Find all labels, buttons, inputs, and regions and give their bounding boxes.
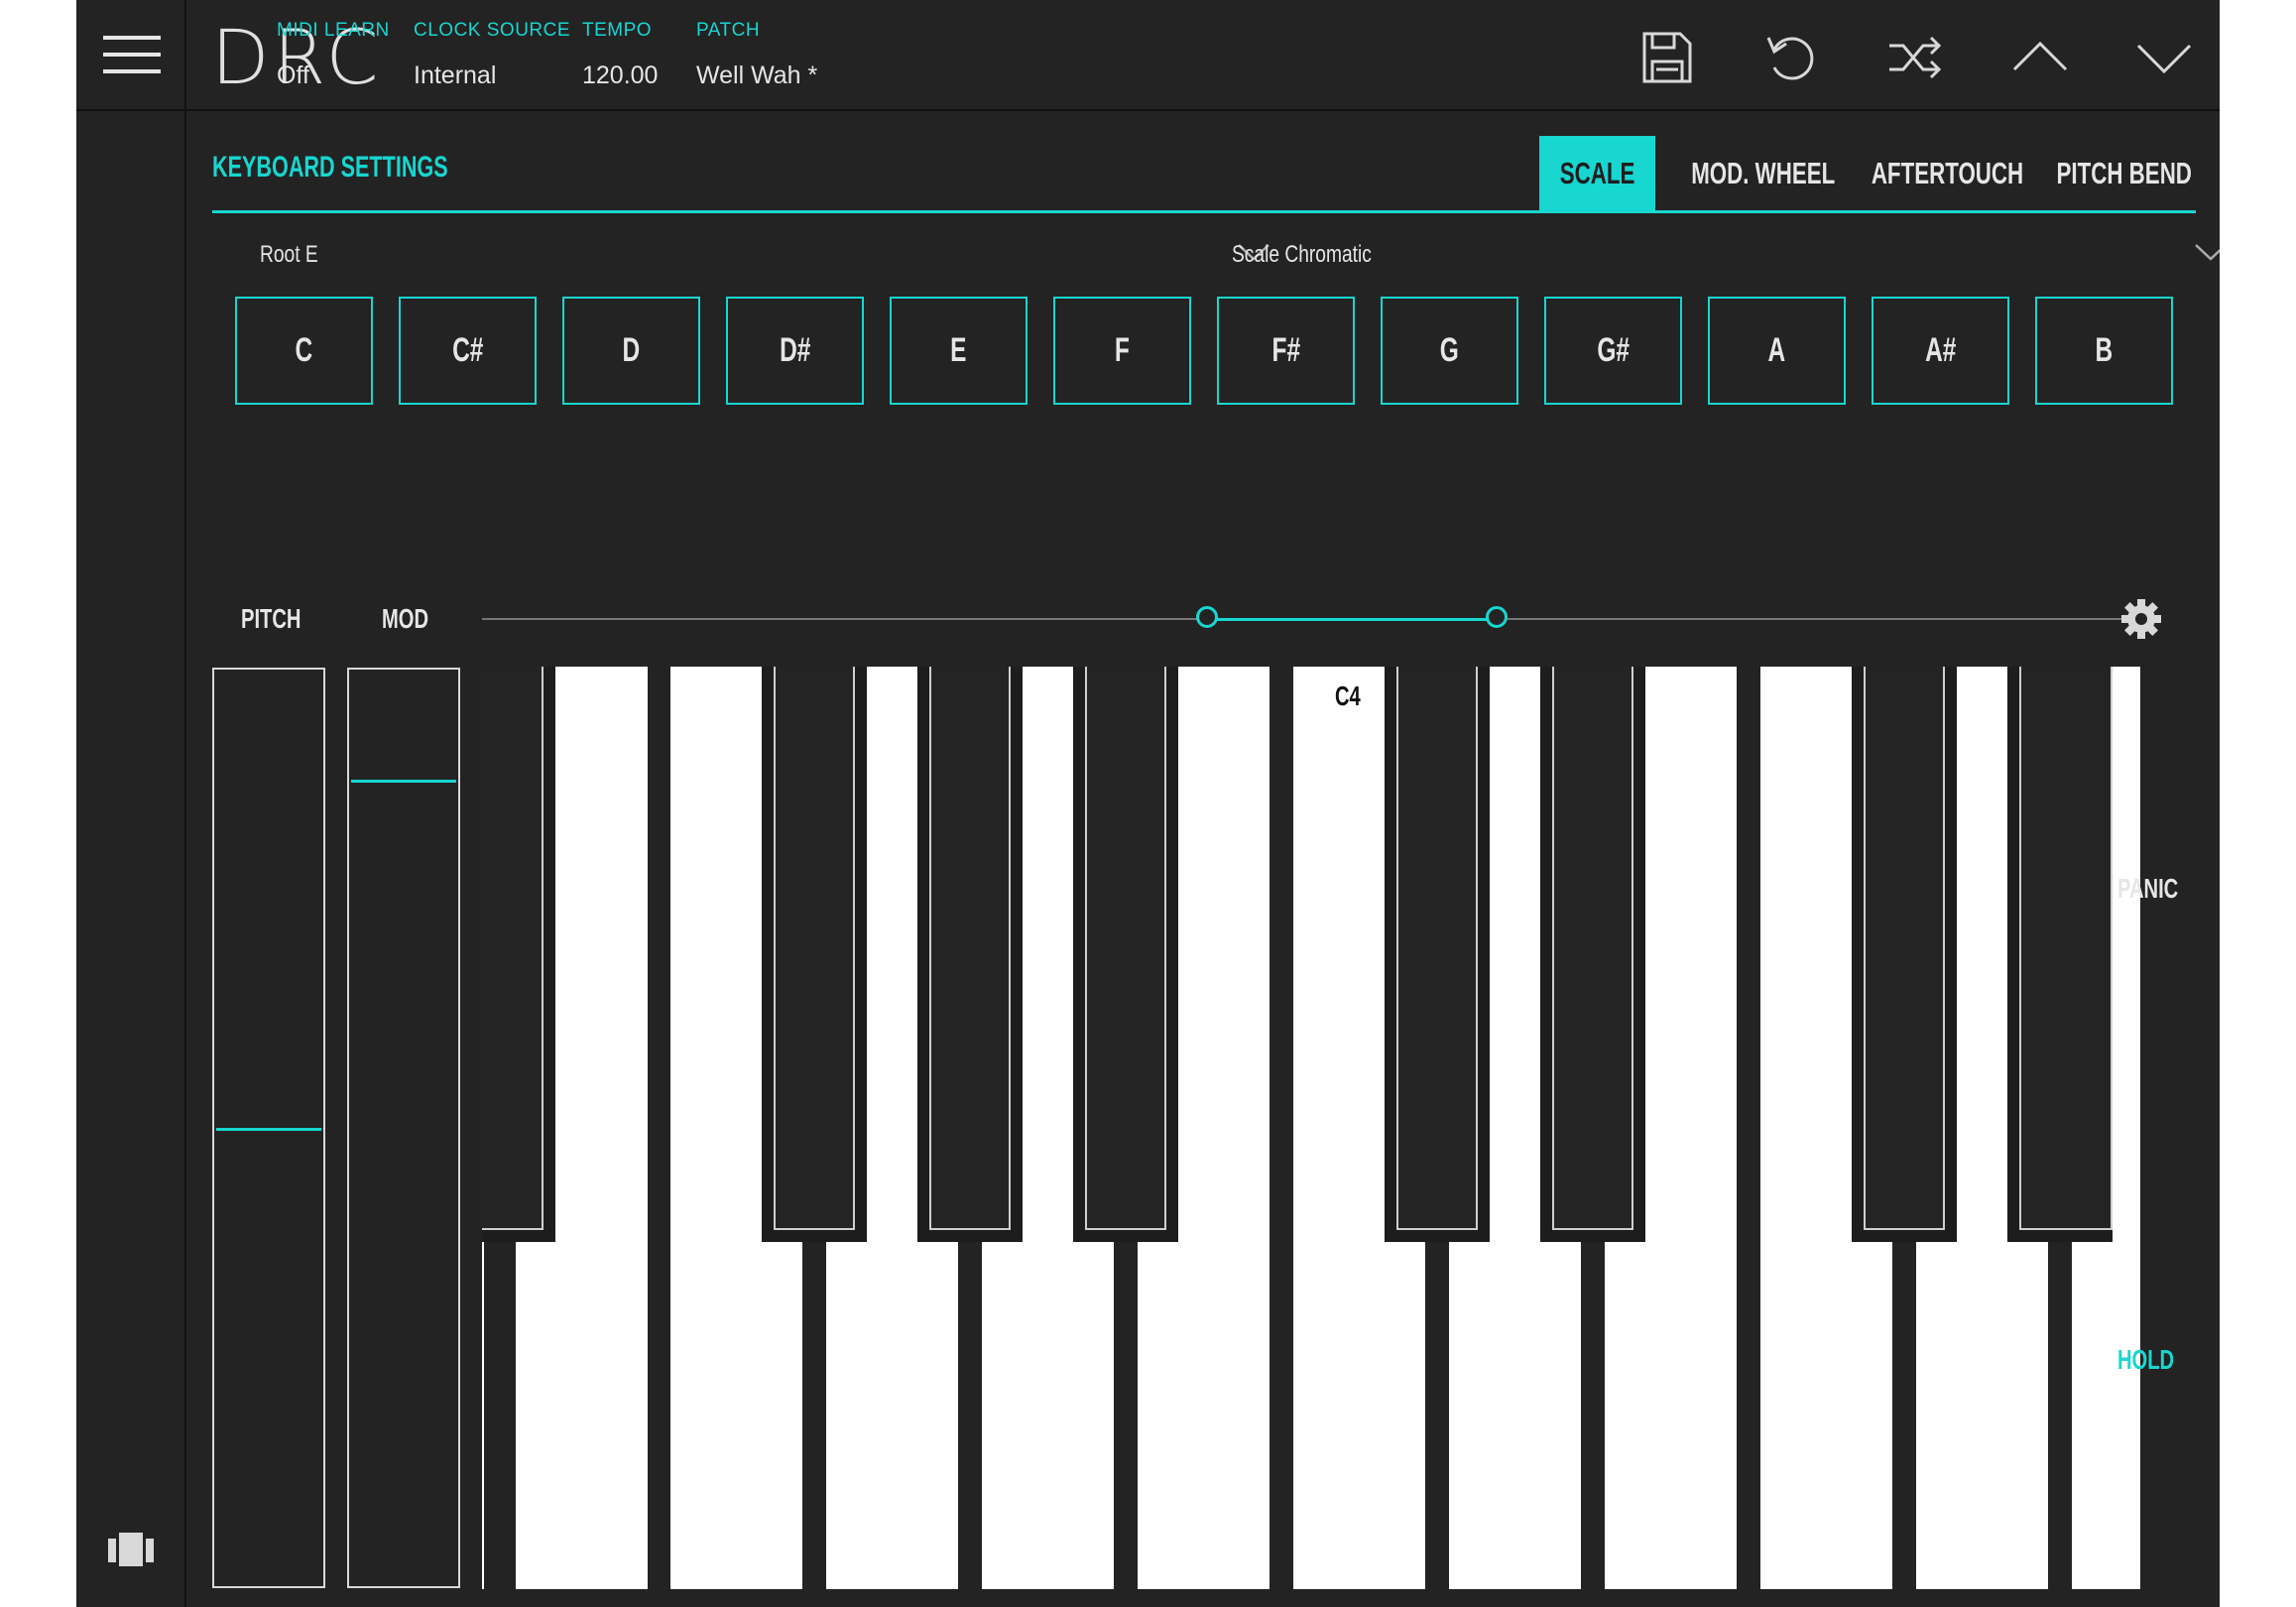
hold-button[interactable]: HOLD <box>2117 1344 2174 1376</box>
root-dropdown[interactable]: Root E <box>260 233 1271 283</box>
black-key[interactable] <box>482 667 555 1242</box>
undo-icon[interactable] <box>1760 28 1820 87</box>
note-label: F# <box>1271 331 1300 369</box>
app-window: DRC MIDI LEARN Off CLOCK SOURCE Internal… <box>76 0 2220 1607</box>
note-label: B <box>2095 331 2114 369</box>
range-handle-low[interactable] <box>1196 606 1218 628</box>
note-button-g[interactable]: G <box>1381 297 1518 405</box>
keyboard-range-selection <box>1207 618 1497 621</box>
black-key[interactable] <box>762 667 867 1242</box>
tab-aftertouch[interactable]: AFTERTOUCH <box>1842 136 2024 211</box>
black-key[interactable] <box>1540 667 1645 1242</box>
note-button-c-sharp[interactable]: C# <box>399 297 537 405</box>
chevron-up-icon[interactable] <box>2010 28 2070 87</box>
note-label: A# <box>1924 331 1957 369</box>
note-label: G# <box>1597 331 1630 369</box>
note-button-d-sharp[interactable]: D# <box>726 297 864 405</box>
shuffle-icon[interactable] <box>1885 28 1945 87</box>
left-sidebar <box>76 0 186 1607</box>
note-button-a[interactable]: A <box>1708 297 1846 405</box>
note-label: D# <box>779 331 811 369</box>
header-bar: DRC MIDI LEARN Off CLOCK SOURCE Internal… <box>76 0 2220 111</box>
note-label: C <box>295 331 313 369</box>
black-key[interactable] <box>1073 667 1178 1242</box>
tabs-underline <box>212 210 2196 213</box>
black-key[interactable] <box>1385 667 1490 1242</box>
clock-source-label: CLOCK SOURCE <box>414 20 571 41</box>
tab-scale-label: SCALE <box>1559 156 1635 190</box>
black-key[interactable] <box>1852 667 1957 1242</box>
note-label: C# <box>451 331 484 369</box>
pitch-wheel[interactable] <box>212 668 325 1588</box>
patch-label: PATCH <box>696 20 761 41</box>
note-button-b[interactable]: B <box>2035 297 2173 405</box>
tempo-label: TEMPO <box>582 20 653 41</box>
tab-mod-wheel-label: MOD. WHEEL <box>1691 156 1836 190</box>
patch-value[interactable]: Well Wah * <box>696 62 817 90</box>
scale-dropdown-label: Scale Chromatic <box>1232 241 1372 268</box>
tab-mod-wheel[interactable]: MOD. WHEEL <box>1663 136 1835 211</box>
note-button-d[interactable]: D <box>562 297 700 405</box>
root-dropdown-label: Root E <box>260 241 318 268</box>
note-label: F <box>1115 331 1130 369</box>
range-handle-high[interactable] <box>1486 606 1508 628</box>
mod-wheel-indicator <box>351 780 456 783</box>
note-button-f-sharp[interactable]: F# <box>1217 297 1355 405</box>
note-button-g-sharp[interactable]: G# <box>1544 297 1682 405</box>
chevron-down-icon <box>2195 244 2220 261</box>
c4-label: C4 <box>1335 680 1361 711</box>
note-label: G <box>1439 331 1460 369</box>
clock-source-value[interactable]: Internal <box>414 62 570 90</box>
black-key[interactable] <box>917 667 1023 1242</box>
note-button-e[interactable]: E <box>890 297 1027 405</box>
tab-pitch-bend[interactable]: PITCH BEND <box>2030 136 2199 211</box>
pitch-wheel-indicator <box>216 1128 321 1131</box>
piano-keyboard: C4 <box>482 667 2140 1589</box>
tempo-value[interactable]: 120.00 <box>582 62 658 90</box>
black-key[interactable] <box>2007 667 2113 1242</box>
note-button-a-sharp[interactable]: A# <box>1872 297 2009 405</box>
scale-dropdown[interactable]: Scale Chromatic <box>1232 233 2220 283</box>
patch-field[interactable]: PATCH Well Wah * <box>696 20 817 90</box>
note-label: A <box>1767 331 1786 369</box>
gear-icon[interactable] <box>2119 597 2163 641</box>
note-label: E <box>950 331 967 369</box>
keyboard-settings-title: KEYBOARD SETTINGS <box>212 151 448 184</box>
keyboard-view-icon[interactable] <box>108 1533 154 1566</box>
midi-learn-value[interactable]: Off <box>277 62 390 90</box>
save-icon[interactable] <box>1636 28 1696 87</box>
note-button-c[interactable]: C <box>235 297 373 405</box>
tab-scale[interactable]: SCALE <box>1539 136 1655 211</box>
tab-aftertouch-label: AFTERTOUCH <box>1871 156 2024 190</box>
midi-learn-label: MIDI LEARN <box>277 20 390 41</box>
panic-button[interactable]: PANIC <box>2117 873 2178 905</box>
tempo-field[interactable]: TEMPO 120.00 <box>582 20 658 90</box>
chevron-down-icon[interactable] <box>2134 28 2194 87</box>
midi-learn-field[interactable]: MIDI LEARN Off <box>277 20 390 90</box>
mod-label: MOD <box>382 603 429 634</box>
pitch-label: PITCH <box>241 603 302 634</box>
note-label: D <box>622 331 641 369</box>
note-button-f[interactable]: F <box>1053 297 1191 405</box>
clock-source-field[interactable]: CLOCK SOURCE Internal <box>414 20 570 90</box>
mod-wheel[interactable] <box>347 668 460 1588</box>
tab-pitch-bend-label: PITCH BEND <box>2056 156 2192 190</box>
